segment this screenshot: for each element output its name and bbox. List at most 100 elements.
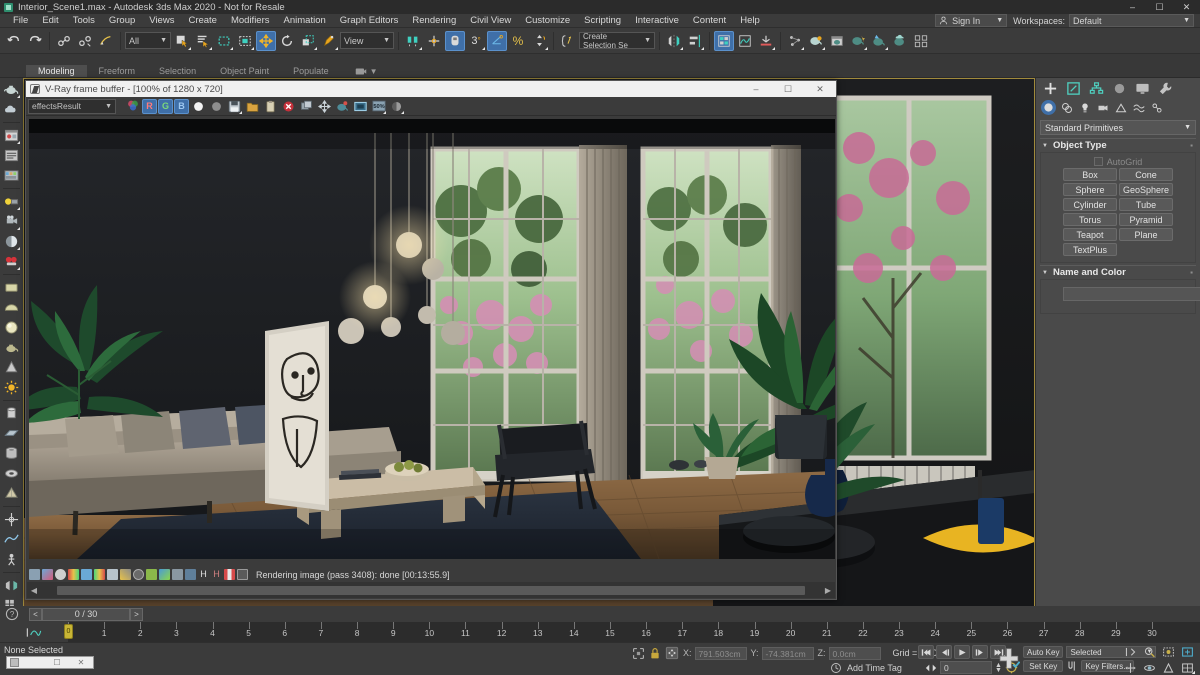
vray-frame-buffer-window[interactable]: V-Ray frame buffer - [100% of 1280 x 720…	[25, 80, 837, 600]
h-icon[interactable]: H	[198, 569, 209, 580]
select-and-place-button[interactable]	[319, 31, 339, 51]
menu-item-scripting[interactable]: Scripting	[577, 14, 628, 28]
teapot2-icon[interactable]	[2, 338, 21, 357]
current-frame-display[interactable]: 0 / 30	[42, 607, 130, 621]
snap-percent-button[interactable]	[487, 30, 507, 51]
menu-item-graph-editors[interactable]: Graph Editors	[333, 14, 406, 28]
tube-icon[interactable]	[2, 444, 21, 463]
workspace-select[interactable]: Default ▼	[1069, 14, 1194, 27]
utilities-tab[interactable]	[1155, 80, 1176, 97]
histogram-icon[interactable]	[224, 569, 235, 580]
create-tab[interactable]	[1040, 80, 1061, 97]
monochrome-icon[interactable]	[208, 98, 225, 115]
spinner-snap-toggle-button[interactable]	[529, 31, 549, 51]
clipboard-icon[interactable]	[262, 98, 279, 115]
object-type-geosphere[interactable]: GeoSphere	[1119, 183, 1173, 196]
named-selection-sets-select[interactable]: Create Selection Se ▼	[579, 32, 655, 50]
sphere-icon[interactable]	[2, 318, 21, 337]
track-mouse-icon[interactable]	[316, 98, 333, 115]
chevron-down-icon[interactable]: ▼	[370, 67, 378, 76]
unlink-selection-button[interactable]	[75, 31, 95, 51]
blue-channel-icon[interactable]: B	[174, 98, 189, 114]
vray-icon[interactable]	[2, 252, 21, 271]
space-warps-subtab[interactable]	[1131, 100, 1146, 115]
pixel-info-icon[interactable]	[237, 569, 248, 580]
ribbon-tab-modeling[interactable]: Modeling	[26, 65, 87, 77]
vfb-rendered-image[interactable]	[29, 119, 835, 559]
srgb-icon[interactable]	[146, 569, 157, 580]
percent-snap-toggle-button[interactable]: %	[508, 31, 528, 51]
field-of-view-icon[interactable]	[1160, 661, 1177, 675]
render-frame-window-icon[interactable]	[2, 146, 21, 165]
icc-icon[interactable]	[159, 569, 170, 580]
lut-icon[interactable]	[133, 569, 144, 580]
mirror-button[interactable]	[664, 31, 684, 51]
select-and-move-button[interactable]	[256, 30, 276, 51]
rectangular-selection-region-button[interactable]	[214, 31, 234, 51]
exposure-icon[interactable]	[107, 569, 118, 580]
render-in-cloud-button[interactable]	[890, 31, 910, 51]
zoom-extents-icon[interactable]	[1160, 645, 1177, 659]
snap-angle-button[interactable]: 3 °	[466, 31, 486, 51]
use-selection-center-button[interactable]	[424, 31, 444, 51]
modify-tab[interactable]	[1063, 80, 1084, 97]
ribbon-tab-object-paint[interactable]: Object Paint	[208, 65, 281, 77]
ribbon-tab-populate[interactable]: Populate	[281, 65, 341, 77]
zoom-region-icon[interactable]	[1179, 645, 1196, 659]
pin-icon[interactable]: ▪	[1190, 141, 1193, 150]
menu-item-customize[interactable]: Customize	[518, 14, 577, 28]
object-category-select[interactable]: Standard Primitives ▼	[1040, 120, 1196, 135]
mirror-tool-icon[interactable]	[2, 576, 21, 595]
absolute-relative-icon[interactable]	[665, 646, 679, 660]
object-type-plane[interactable]: Plane	[1119, 228, 1173, 241]
color-corrections-icon[interactable]	[124, 98, 141, 115]
help-icon[interactable]: ?	[0, 606, 23, 622]
alpha-channel-icon[interactable]	[190, 98, 207, 115]
menu-item-tools[interactable]: Tools	[66, 14, 102, 28]
object-type-sphere[interactable]: Sphere	[1063, 183, 1117, 196]
add-time-tag-plus-icon[interactable]	[996, 644, 1020, 673]
scroll-left-arrow[interactable]: ◀	[27, 586, 41, 595]
render-setup-button[interactable]	[827, 31, 847, 51]
hemisphere-icon[interactable]	[2, 298, 21, 317]
menu-item-rendering[interactable]: Rendering	[405, 14, 463, 28]
camera-icon[interactable]	[2, 212, 21, 231]
menu-item-group[interactable]: Group	[102, 14, 142, 28]
system-icon[interactable]	[2, 550, 21, 569]
sphere-preview-icon[interactable]	[388, 98, 405, 115]
material-editor-button[interactable]	[806, 31, 826, 51]
add-time-tag-control[interactable]: Add Time Tag	[830, 662, 902, 674]
render-production-button[interactable]	[869, 31, 889, 51]
helpers-subtab[interactable]	[1113, 100, 1128, 115]
vfb-minimize-button[interactable]: –	[740, 81, 772, 97]
red-channel-icon[interactable]: R	[142, 98, 157, 114]
half-resolution-icon[interactable]: 50%	[370, 98, 387, 115]
coord-y-value[interactable]: -74.381cm	[761, 646, 814, 660]
next-frame-button[interactable]	[972, 645, 988, 659]
rollout-object-type-header[interactable]: ▼ Object Type ▪	[1040, 138, 1196, 152]
cameras-subtab[interactable]	[1095, 100, 1110, 115]
menu-item-civil-view[interactable]: Civil View	[463, 14, 518, 28]
duplicate-vfb-icon[interactable]	[298, 98, 315, 115]
scroll-right-arrow[interactable]: ▶	[821, 586, 835, 595]
previous-frame-button[interactable]	[936, 645, 952, 659]
color-corrections-panel-icon[interactable]	[42, 569, 53, 580]
bind-to-space-warp-button[interactable]	[96, 31, 116, 51]
vfb-channel-select[interactable]: effectsResult ▼	[28, 98, 116, 114]
minimize-button[interactable]: –	[1119, 0, 1146, 14]
helper-icon[interactable]	[2, 510, 21, 529]
align-button[interactable]	[685, 31, 705, 51]
menu-item-modifiers[interactable]: Modifiers	[224, 14, 277, 28]
object-type-cone[interactable]: Cone	[1119, 168, 1173, 181]
cloud-icon[interactable]	[2, 100, 21, 119]
select-object-button[interactable]	[172, 31, 192, 51]
track-bar[interactable]: 0123456789101112131415161718192021222324…	[0, 622, 1200, 642]
menu-item-file[interactable]: File	[6, 14, 35, 28]
ribbon-tab-selection[interactable]: Selection	[147, 65, 208, 77]
open-asset-tracking-button[interactable]	[911, 31, 931, 51]
play-animation-button[interactable]	[954, 645, 970, 659]
vfb-close-button[interactable]: ✕	[804, 81, 836, 97]
curve-icon[interactable]	[120, 569, 131, 580]
pyramid-icon[interactable]	[2, 484, 21, 503]
previous-frame-button[interactable]: <	[29, 607, 42, 621]
